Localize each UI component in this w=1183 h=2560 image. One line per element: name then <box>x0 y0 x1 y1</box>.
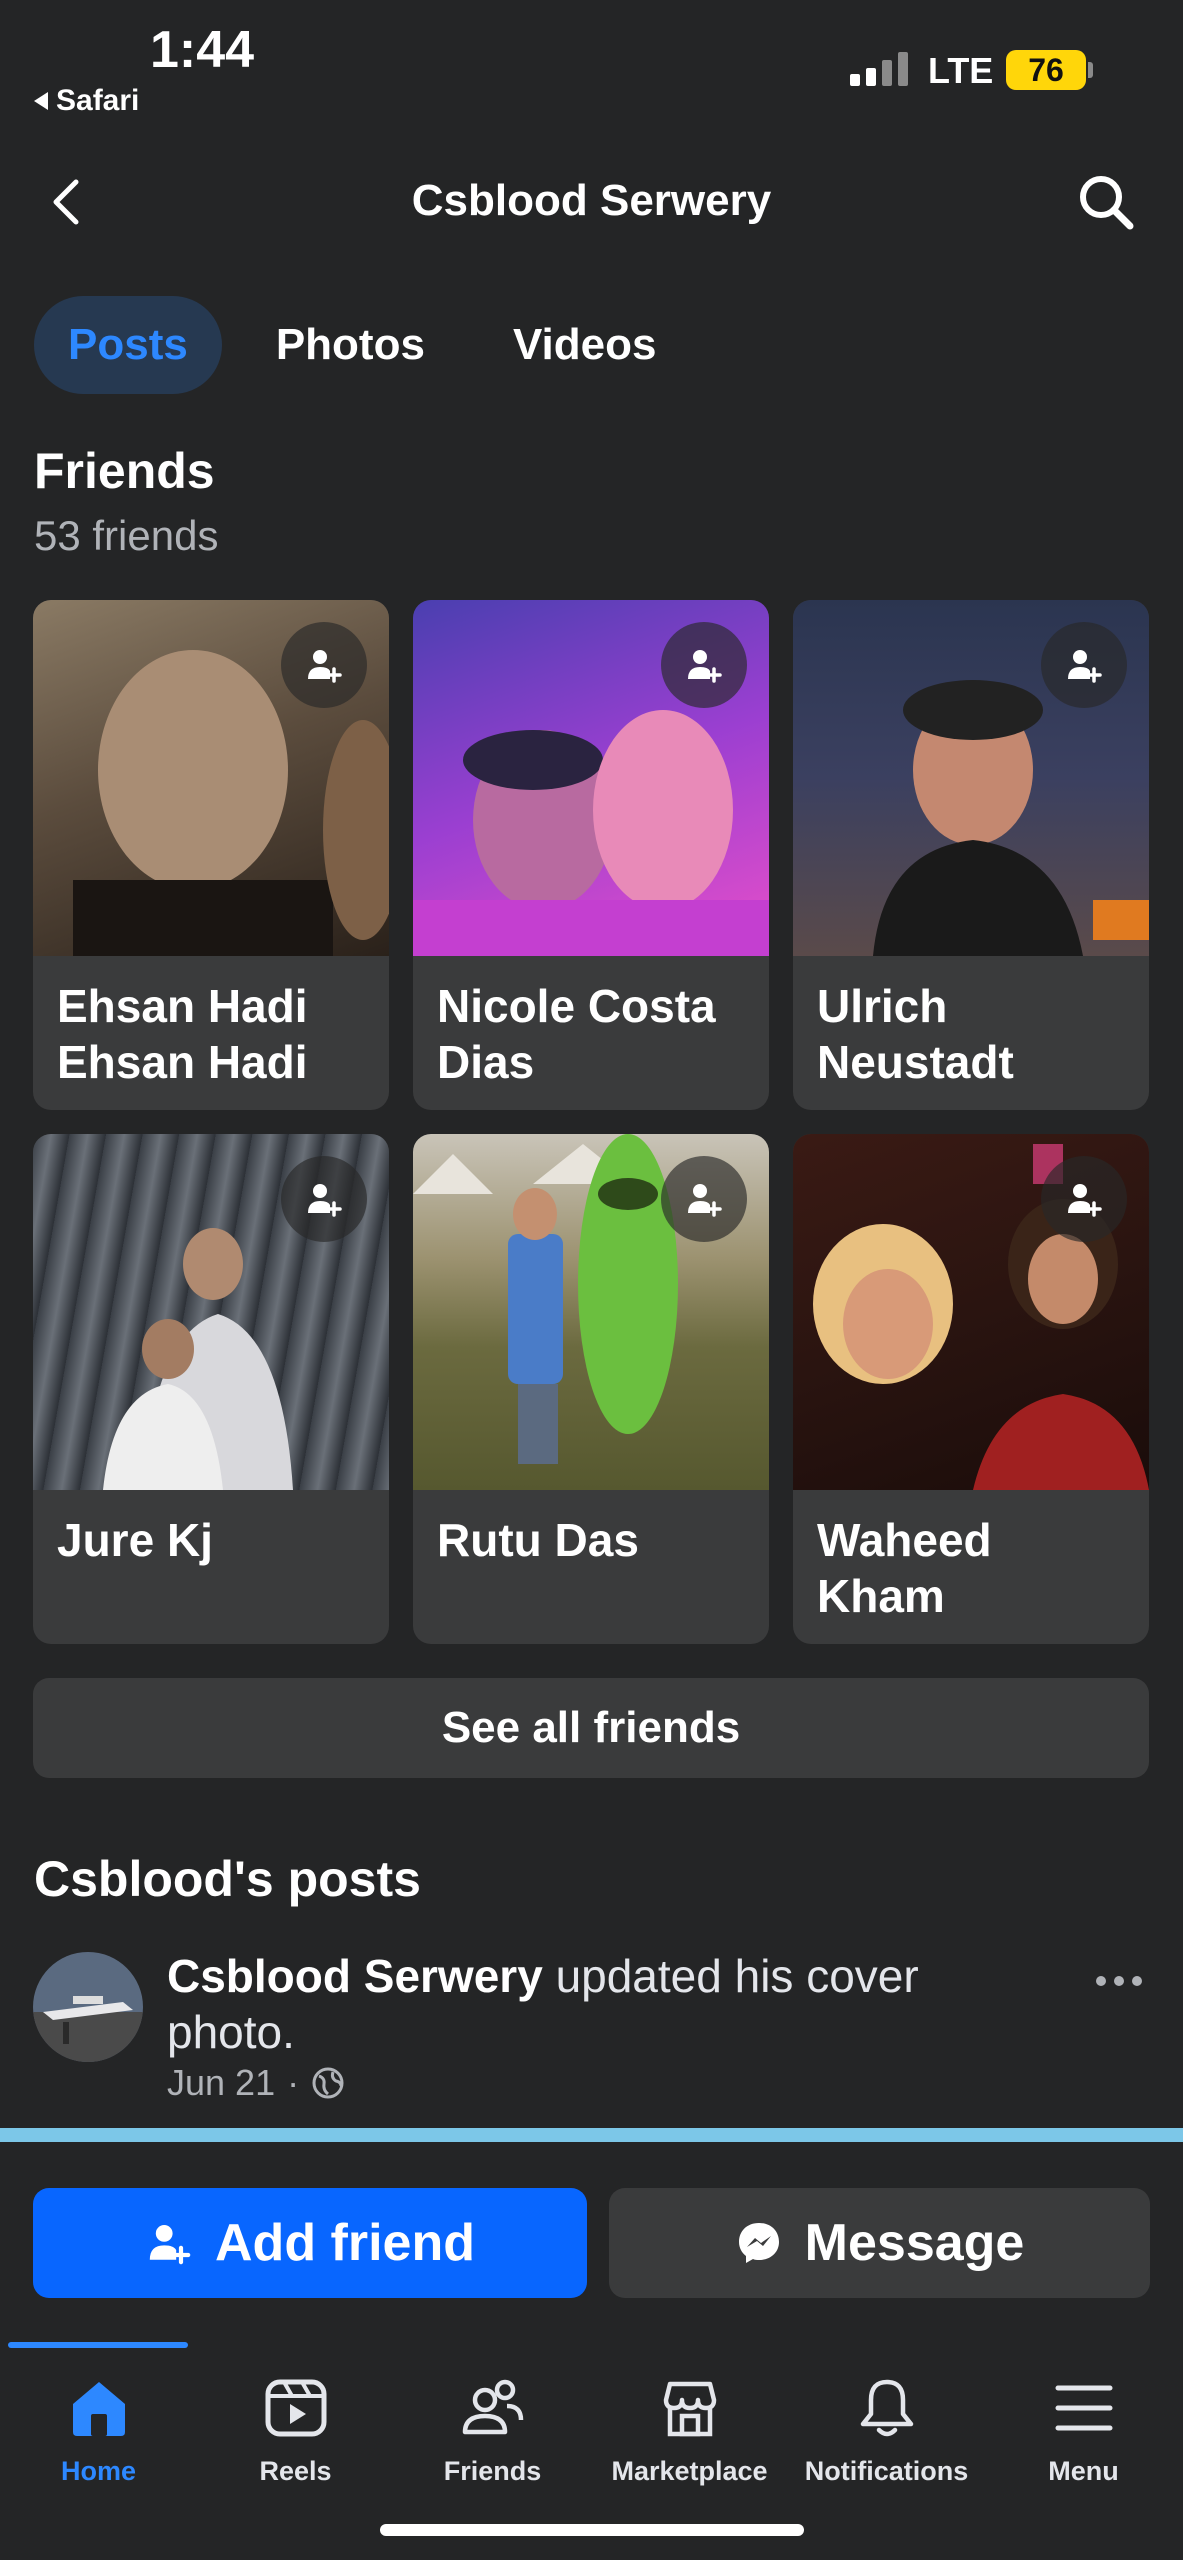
friends-count: 53 friends <box>34 512 219 559</box>
tab-posts[interactable]: Posts <box>34 296 222 394</box>
back-triangle-icon <box>34 92 48 110</box>
add-person-icon <box>688 1184 722 1217</box>
more-dot <box>1132 1976 1142 1986</box>
nav-label-friends: Friends <box>443 2456 542 2486</box>
add-friend-icon-button[interactable] <box>661 622 747 708</box>
add-person-icon <box>149 2225 191 2265</box>
nav-label-marketplace: Marketplace <box>611 2456 768 2486</box>
dot-separator: · <box>287 2062 300 2103</box>
friend-photo[interactable] <box>793 600 1149 956</box>
see-all-friends-button[interactable]: See all friends <box>33 1678 1149 1778</box>
active-tab-indicator <box>8 2342 188 2348</box>
add-friend-icon-button[interactable] <box>1041 1156 1127 1242</box>
profile-action-bar: Add friend Message <box>0 2142 1183 2342</box>
nav-label-home: Home <box>60 2456 136 2486</box>
friends-icon <box>457 2372 529 2444</box>
friend-name[interactable]: Rutu Das <box>413 1490 769 1590</box>
posts-section-title: Csblood's posts <box>34 1851 421 1907</box>
nav-notifications[interactable]: Notifications <box>788 2372 985 2487</box>
avatar-image <box>33 1952 143 2062</box>
tab-videos[interactable]: Videos <box>479 296 690 394</box>
status-time: 1:44 <box>150 21 255 79</box>
search-button[interactable] <box>1074 170 1138 234</box>
home-indicator[interactable] <box>380 2524 804 2536</box>
nav-reels[interactable]: Reels <box>197 2372 394 2487</box>
messenger-icon <box>738 2223 779 2263</box>
friend-card[interactable]: Ehsan Hadi Ehsan Hadi <box>33 600 389 1110</box>
friends-header: Friends 53 friends <box>34 442 218 560</box>
battery-level: 76 <box>1028 51 1064 88</box>
network-type: LTE <box>928 50 994 91</box>
add-friend-button[interactable]: Add friend <box>33 2188 587 2298</box>
friends-grid: Ehsan Hadi Ehsan Hadi Nicole Costa Dias <box>33 600 1149 1644</box>
more-dot <box>1114 1976 1124 1986</box>
friend-name[interactable]: Waheed Kham <box>793 1490 1149 1644</box>
tab-photos[interactable]: Photos <box>242 296 459 394</box>
add-friend-icon-button[interactable] <box>661 1156 747 1242</box>
friend-name[interactable]: Jure Kj <box>33 1490 389 1590</box>
status-bar: 1:44 Safari LTE 76 <box>0 0 1183 130</box>
add-friend-icon-button[interactable] <box>281 1156 367 1242</box>
bell-icon <box>851 2372 923 2444</box>
page-title: Csblood Serwery <box>411 176 772 225</box>
message-label: Message <box>804 2214 1025 2272</box>
friend-photo[interactable] <box>33 1134 389 1490</box>
signal-strength-icon <box>850 52 908 86</box>
friend-photo[interactable] <box>793 1134 1149 1490</box>
friend-card[interactable]: Jure Kj <box>33 1134 389 1644</box>
friend-card[interactable]: Ulrich Neustadt <box>793 600 1149 1110</box>
add-friend-icon-button[interactable] <box>281 622 367 708</box>
nav-friends[interactable]: Friends <box>394 2372 591 2487</box>
add-friend-icon-button[interactable] <box>1041 622 1127 708</box>
menu-icon <box>1048 2372 1120 2444</box>
nav-menu[interactable]: Menu <box>985 2372 1182 2487</box>
add-person-icon <box>308 1184 342 1217</box>
more-options-button[interactable] <box>1096 1976 1142 1986</box>
nav-label-reels: Reels <box>259 2456 332 2486</box>
add-person-icon <box>1068 1184 1102 1217</box>
nav-label-notifications: Notifications <box>804 2456 969 2486</box>
cover-photo-preview[interactable] <box>0 2128 1183 2142</box>
post-date[interactable]: Jun 21 <box>167 2062 275 2104</box>
friend-name[interactable]: Ehsan Hadi Ehsan Hadi <box>33 956 389 1110</box>
post-meta: Jun 21 · <box>167 2062 345 2104</box>
profile-tabs: Posts Photos Videos <box>34 296 690 394</box>
marketplace-icon <box>654 2372 726 2444</box>
nav-home[interactable]: Home <box>0 2372 197 2487</box>
friend-name[interactable]: Nicole Costa Dias <box>413 956 769 1110</box>
friend-card[interactable]: Waheed Kham <box>793 1134 1149 1644</box>
back-app-label: Safari <box>56 84 140 117</box>
reels-icon <box>260 2372 332 2444</box>
battery-tip <box>1088 62 1093 78</box>
avatar[interactable] <box>33 1952 143 2062</box>
page-header: Csblood Serwery <box>0 150 1183 254</box>
friend-photo[interactable] <box>413 1134 769 1490</box>
friend-card[interactable]: Rutu Das <box>413 1134 769 1644</box>
post-text: Csblood Serwery updated his cover photo. <box>167 1948 1027 2060</box>
globe-icon <box>312 2067 344 2099</box>
message-button[interactable]: Message <box>609 2188 1150 2298</box>
more-dot <box>1096 1976 1106 1986</box>
nav-label-menu: Menu <box>1048 2456 1119 2486</box>
friend-card[interactable]: Nicole Costa Dias <box>413 600 769 1110</box>
friends-title: Friends <box>34 443 215 499</box>
back-to-safari-link[interactable]: Safari <box>34 84 139 118</box>
add-person-icon <box>1068 650 1102 683</box>
friend-name[interactable]: Ulrich Neustadt <box>793 956 1149 1110</box>
nav-marketplace[interactable]: Marketplace <box>591 2372 788 2487</box>
add-person-icon <box>688 650 722 683</box>
home-icon <box>63 2372 135 2444</box>
battery-icon: 76 <box>1006 50 1086 90</box>
add-person-icon <box>308 650 342 683</box>
friend-photo[interactable] <box>413 600 769 956</box>
search-icon <box>1080 176 1134 230</box>
add-friend-label: Add friend <box>215 2214 475 2272</box>
friend-photo[interactable] <box>33 600 389 956</box>
post-author[interactable]: Csblood Serwery <box>167 1950 543 2002</box>
